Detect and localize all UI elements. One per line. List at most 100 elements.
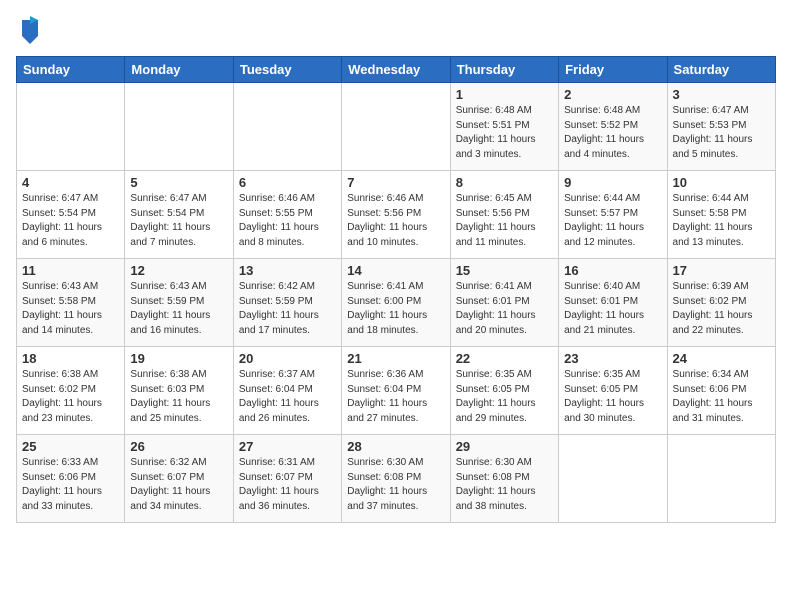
day-info: Sunrise: 6:45 AM Sunset: 5:56 PM Dayligh… (456, 192, 553, 250)
day-number: 10 (673, 175, 770, 190)
day-info: Sunrise: 6:38 AM Sunset: 6:03 PM Dayligh… (130, 368, 227, 426)
day-number: 3 (673, 87, 770, 102)
day-number: 11 (22, 263, 119, 278)
day-cell: 5 Sunrise: 6:47 AM Sunset: 5:54 PM Daylig… (125, 171, 233, 259)
day-number: 9 (564, 175, 661, 190)
day-cell: 29Sunrise: 6:30 AM Sunset: 6:08 PM Dayli… (450, 435, 558, 523)
day-cell: 28 Sunrise: 6:30 AM Sunset: 6:08 PM Dayli… (342, 435, 450, 523)
day-number: 28 (347, 439, 444, 454)
day-info: Sunrise: 6:35 AM Sunset: 6:05 PM Dayligh… (456, 368, 553, 426)
day-number: 8 (456, 175, 553, 190)
day-info: Sunrise: 6:31 AM Sunset: 6:07 PM Dayligh… (239, 456, 336, 514)
day-info: Sunrise: 6:30 AM Sunset: 6:08 PM Dayligh… (347, 456, 444, 514)
day-number: 16 (564, 263, 661, 278)
day-cell: 12 Sunrise: 6:43 AM Sunset: 5:59 PM Dayli… (125, 259, 233, 347)
day-cell: 24 Sunrise: 6:34 AM Sunset: 6:06 PM Dayli… (667, 347, 775, 435)
day-number: 13 (239, 263, 336, 278)
day-cell (233, 83, 341, 171)
day-cell: 27 Sunrise: 6:31 AM Sunset: 6:07 PM Dayli… (233, 435, 341, 523)
day-number: 22 (456, 351, 553, 366)
day-number: 2 (564, 87, 661, 102)
day-cell: 11 Sunrise: 6:43 AM Sunset: 5:58 PM Dayli… (17, 259, 125, 347)
day-number: 23 (564, 351, 661, 366)
day-cell (667, 435, 775, 523)
day-info: Sunrise: 6:43 AM Sunset: 5:59 PM Dayligh… (130, 280, 227, 338)
day-cell: 8 Sunrise: 6:45 AM Sunset: 5:56 PM Daylig… (450, 171, 558, 259)
day-number: 4 (22, 175, 119, 190)
day-info: Sunrise: 6:34 AM Sunset: 6:06 PM Dayligh… (673, 368, 770, 426)
day-number: 25 (22, 439, 119, 454)
day-info: Sunrise: 6:48 AM Sunset: 5:52 PM Dayligh… (564, 104, 661, 162)
day-number: 18 (22, 351, 119, 366)
weekday-header-row: SundayMondayTuesdayWednesdayThursdayFrid… (17, 57, 776, 83)
day-cell: 13 Sunrise: 6:42 AM Sunset: 5:59 PM Dayli… (233, 259, 341, 347)
weekday-header-tuesday: Tuesday (233, 57, 341, 83)
day-info: Sunrise: 6:47 AM Sunset: 5:53 PM Dayligh… (673, 104, 770, 162)
day-cell: 20Sunrise: 6:37 AM Sunset: 6:04 PM Dayli… (233, 347, 341, 435)
weekday-header-sunday: Sunday (17, 57, 125, 83)
day-info: Sunrise: 6:43 AM Sunset: 5:58 PM Dayligh… (22, 280, 119, 338)
day-number: 19 (130, 351, 227, 366)
weekday-header-saturday: Saturday (667, 57, 775, 83)
day-cell: 10Sunrise: 6:44 AM Sunset: 5:58 PM Dayli… (667, 171, 775, 259)
day-info: Sunrise: 6:44 AM Sunset: 5:57 PM Dayligh… (564, 192, 661, 250)
day-number: 27 (239, 439, 336, 454)
day-number: 17 (673, 263, 770, 278)
page: SundayMondayTuesdayWednesdayThursdayFrid… (0, 0, 792, 531)
day-info: Sunrise: 6:39 AM Sunset: 6:02 PM Dayligh… (673, 280, 770, 338)
day-number: 15 (456, 263, 553, 278)
day-info: Sunrise: 6:41 AM Sunset: 6:01 PM Dayligh… (456, 280, 553, 338)
day-number: 14 (347, 263, 444, 278)
logo (16, 16, 42, 44)
day-cell: 6 Sunrise: 6:46 AM Sunset: 5:55 PM Daylig… (233, 171, 341, 259)
day-number: 7 (347, 175, 444, 190)
week-row-3: 11 Sunrise: 6:43 AM Sunset: 5:58 PM Dayli… (17, 259, 776, 347)
day-cell: 19 Sunrise: 6:38 AM Sunset: 6:03 PM Dayli… (125, 347, 233, 435)
day-cell: 14 Sunrise: 6:41 AM Sunset: 6:00 PM Dayli… (342, 259, 450, 347)
day-info: Sunrise: 6:46 AM Sunset: 5:56 PM Dayligh… (347, 192, 444, 250)
day-info: Sunrise: 6:41 AM Sunset: 6:00 PM Dayligh… (347, 280, 444, 338)
day-cell (342, 83, 450, 171)
day-number: 21 (347, 351, 444, 366)
weekday-header-thursday: Thursday (450, 57, 558, 83)
day-cell: 9 Sunrise: 6:44 AM Sunset: 5:57 PM Daylig… (559, 171, 667, 259)
day-number: 20 (239, 351, 336, 366)
day-info: Sunrise: 6:47 AM Sunset: 5:54 PM Dayligh… (22, 192, 119, 250)
day-number: 12 (130, 263, 227, 278)
day-cell: 7 Sunrise: 6:46 AM Sunset: 5:56 PM Daylig… (342, 171, 450, 259)
day-number: 5 (130, 175, 227, 190)
day-cell: 16Sunrise: 6:40 AM Sunset: 6:01 PM Dayli… (559, 259, 667, 347)
day-cell (125, 83, 233, 171)
day-info: Sunrise: 6:36 AM Sunset: 6:04 PM Dayligh… (347, 368, 444, 426)
day-cell: 22 Sunrise: 6:35 AM Sunset: 6:05 PM Dayli… (450, 347, 558, 435)
day-info: Sunrise: 6:48 AM Sunset: 5:51 PM Dayligh… (456, 104, 553, 162)
day-number: 26 (130, 439, 227, 454)
day-cell: 3 Sunrise: 6:47 AM Sunset: 5:53 PM Daylig… (667, 83, 775, 171)
day-info: Sunrise: 6:46 AM Sunset: 5:55 PM Dayligh… (239, 192, 336, 250)
weekday-header-wednesday: Wednesday (342, 57, 450, 83)
day-info: Sunrise: 6:42 AM Sunset: 5:59 PM Dayligh… (239, 280, 336, 338)
day-cell: 15 Sunrise: 6:41 AM Sunset: 6:01 PM Dayli… (450, 259, 558, 347)
day-number: 29 (456, 439, 553, 454)
week-row-5: 25Sunrise: 6:33 AM Sunset: 6:06 PM Dayli… (17, 435, 776, 523)
day-info: Sunrise: 6:35 AM Sunset: 6:05 PM Dayligh… (564, 368, 661, 426)
day-info: Sunrise: 6:47 AM Sunset: 5:54 PM Dayligh… (130, 192, 227, 250)
calendar-table: SundayMondayTuesdayWednesdayThursdayFrid… (16, 56, 776, 523)
day-cell (559, 435, 667, 523)
day-cell: 4 Sunrise: 6:47 AM Sunset: 5:54 PM Daylig… (17, 171, 125, 259)
day-cell (17, 83, 125, 171)
day-number: 24 (673, 351, 770, 366)
day-number: 1 (456, 87, 553, 102)
day-info: Sunrise: 6:32 AM Sunset: 6:07 PM Dayligh… (130, 456, 227, 514)
week-row-1: 1 Sunrise: 6:48 AM Sunset: 5:51 PM Daylig… (17, 83, 776, 171)
week-row-2: 4 Sunrise: 6:47 AM Sunset: 5:54 PM Daylig… (17, 171, 776, 259)
day-cell: 25Sunrise: 6:33 AM Sunset: 6:06 PM Dayli… (17, 435, 125, 523)
day-cell: 21 Sunrise: 6:36 AM Sunset: 6:04 PM Dayli… (342, 347, 450, 435)
day-cell: 2 Sunrise: 6:48 AM Sunset: 5:52 PM Daylig… (559, 83, 667, 171)
weekday-header-friday: Friday (559, 57, 667, 83)
weekday-header-monday: Monday (125, 57, 233, 83)
day-number: 6 (239, 175, 336, 190)
week-row-4: 18 Sunrise: 6:38 AM Sunset: 6:02 PM Dayli… (17, 347, 776, 435)
day-cell: 26 Sunrise: 6:32 AM Sunset: 6:07 PM Dayli… (125, 435, 233, 523)
day-info: Sunrise: 6:38 AM Sunset: 6:02 PM Dayligh… (22, 368, 119, 426)
